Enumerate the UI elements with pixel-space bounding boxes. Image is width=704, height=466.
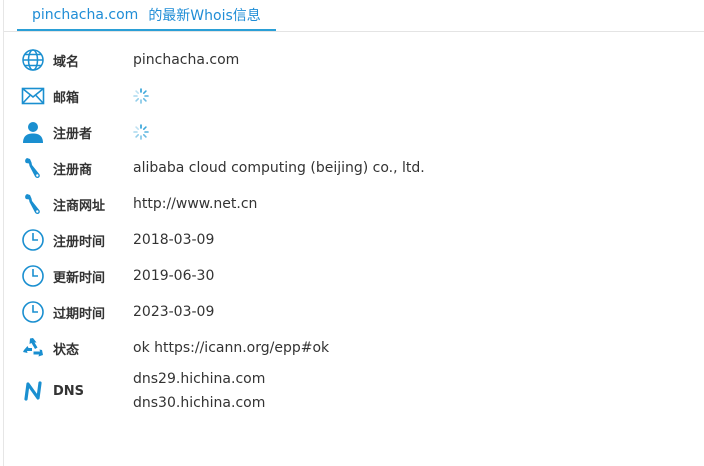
row-dns: DNS dns29.hichina.com dns30.hichina.com — [4, 366, 704, 416]
person-icon — [20, 119, 46, 145]
row-created: 注册时间 2018-03-09 — [4, 222, 704, 258]
tools-icon — [20, 155, 46, 181]
label-email: 邮箱 — [53, 90, 80, 106]
dns-n-icon — [20, 378, 46, 404]
value-registrar-url[interactable]: http://www.net.cn — [133, 196, 257, 212]
tab-whois[interactable]: pinchacha.com 的最新Whois信息 — [17, 0, 276, 31]
whois-panel: pinchacha.com 的最新Whois信息 域名 pinchacha.co… — [3, 0, 704, 466]
value-status: ok https://icann.org/epp#ok — [133, 340, 330, 356]
label-created: 注册时间 — [53, 234, 106, 250]
clock-icon — [20, 263, 46, 289]
value-dns-list: dns29.hichina.com dns30.hichina.com — [133, 367, 265, 415]
loading-spinner-icon — [133, 88, 149, 104]
tab-bar: pinchacha.com 的最新Whois信息 — [4, 0, 704, 32]
label-updated: 更新时间 — [53, 270, 106, 286]
globe-icon — [20, 47, 46, 73]
value-created: 2018-03-09 — [133, 232, 215, 248]
label-status: 状态 — [53, 342, 80, 358]
recycle-icon — [20, 335, 46, 361]
envelope-icon — [20, 83, 46, 109]
row-registrar: 注册商 alibaba cloud computing (beijing) co… — [4, 150, 704, 186]
label-domain: 域名 — [53, 54, 80, 70]
tools-icon — [20, 191, 46, 217]
dns-server: dns29.hichina.com — [133, 371, 266, 387]
dns-server: dns30.hichina.com — [133, 395, 266, 411]
row-domain: 域名 pinchacha.com — [4, 42, 704, 78]
label-registrar: 注册商 — [53, 162, 93, 178]
label-registrar-url: 注商网址 — [53, 198, 106, 214]
row-email: 邮箱 — [4, 78, 704, 114]
whois-info-list: 域名 pinchacha.com 邮箱 注册者 注册商 alibaba clou… — [4, 42, 704, 416]
loading-spinner-icon — [133, 124, 149, 140]
label-dns: DNS — [53, 383, 85, 399]
tab-domain: pinchacha.com — [32, 6, 139, 23]
row-expires: 过期时间 2023-03-09 — [4, 294, 704, 330]
value-registrar: alibaba cloud computing (beijing) co., l… — [133, 160, 425, 176]
value-domain[interactable]: pinchacha.com — [133, 52, 239, 68]
row-updated: 更新时间 2019-06-30 — [4, 258, 704, 294]
row-status: 状态 ok https://icann.org/epp#ok — [4, 330, 704, 366]
row-registrar-url: 注商网址 http://www.net.cn — [4, 186, 704, 222]
row-registrant: 注册者 — [4, 114, 704, 150]
tab-suffix: 的最新Whois信息 — [148, 7, 261, 24]
clock-icon — [20, 299, 46, 325]
label-expires: 过期时间 — [53, 306, 106, 322]
value-updated: 2019-06-30 — [133, 268, 215, 284]
value-expires: 2023-03-09 — [133, 304, 215, 320]
clock-icon — [20, 227, 46, 253]
label-registrant: 注册者 — [53, 126, 93, 142]
